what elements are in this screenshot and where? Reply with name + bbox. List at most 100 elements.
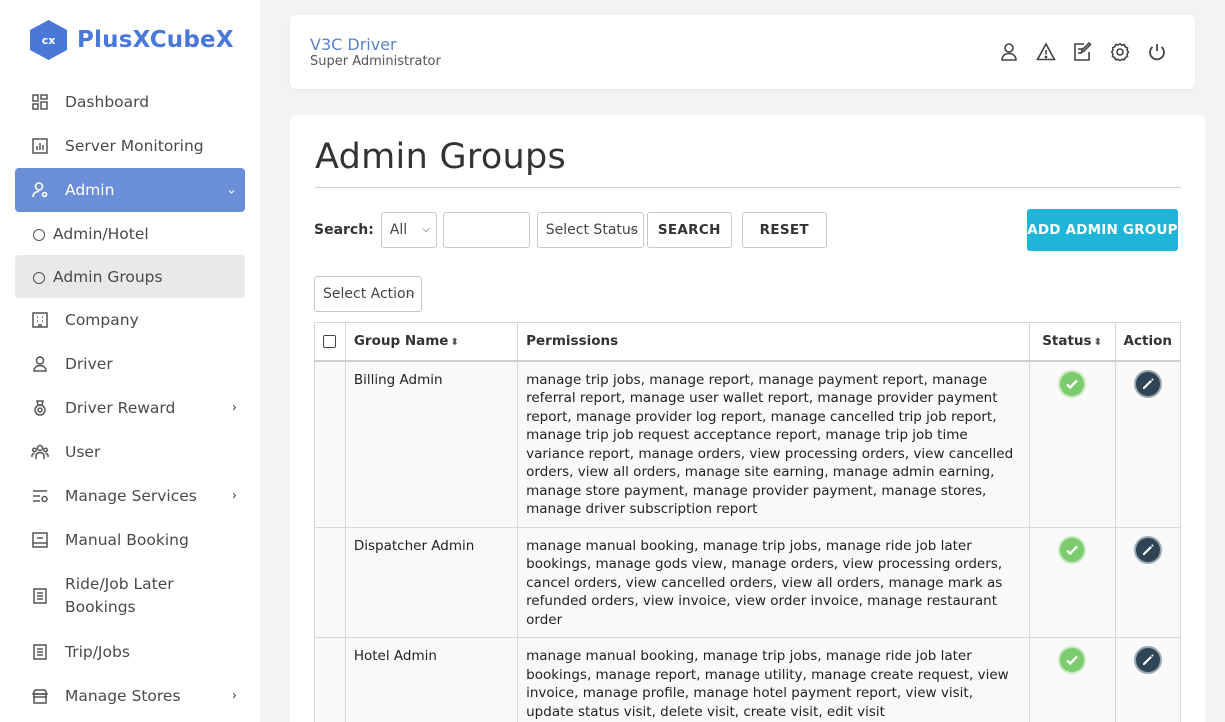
column-header-status[interactable]: Status ⬍ — [1028, 322, 1116, 362]
bulk-action-select[interactable]: Select Action ⌵ — [314, 276, 422, 312]
sidebar-item-driver[interactable]: Driver — [15, 342, 245, 386]
add-admin-group-button[interactable]: ADD ADMIN GROUP — [1027, 209, 1178, 251]
search-input[interactable] — [442, 212, 530, 248]
select-all-cell — [314, 322, 346, 362]
permissions-cell: manage manual booking, manage trip jobs,… — [517, 637, 1030, 722]
list-icon — [31, 643, 49, 661]
sidebar-item-manage-stores[interactable]: Manage Stores › — [15, 674, 245, 718]
logo[interactable]: cx PlusXCubeX — [30, 20, 234, 60]
row-select-cell[interactable] — [314, 526, 346, 638]
user-icon[interactable] — [999, 42, 1019, 62]
row-select-cell[interactable] — [314, 360, 346, 528]
sidebar-item-label: Admin Groups — [53, 267, 163, 286]
circle-icon — [33, 229, 45, 241]
chevron-down-icon: ⌄ — [226, 182, 237, 198]
sort-icon: ⬍ — [450, 337, 459, 349]
sidebar-item-ride-job-later-bookings[interactable]: Ride/Job Later Bookings — [15, 562, 245, 630]
select-all-checkbox[interactable] — [323, 334, 337, 348]
admin-groups-table: Group Name ⬍ Permissions Status ⬍ Action B… — [314, 322, 1182, 722]
edit-icon[interactable] — [1133, 646, 1162, 674]
column-label: Permissions — [526, 333, 619, 350]
sidebar-item-label: Dashboard — [65, 93, 150, 111]
alert-icon[interactable] — [1036, 42, 1056, 62]
driver-icon — [31, 355, 49, 373]
dashboard-icon — [31, 93, 49, 111]
sidebar-item-dashboard[interactable]: Dashboard — [15, 80, 245, 124]
sidebar-item-admin[interactable]: Admin ⌄ — [15, 168, 245, 212]
user-name[interactable]: V3C Driver — [310, 35, 397, 54]
table-row: Dispatcher Admin manage manual booking, … — [314, 526, 1182, 638]
action-cell — [1114, 360, 1182, 528]
column-header-permissions: Permissions — [517, 322, 1030, 362]
medal-icon — [31, 399, 49, 417]
status-cell — [1028, 360, 1116, 528]
services-icon — [31, 487, 49, 505]
search-label: Search: — [314, 222, 374, 238]
settings-icon[interactable] — [1110, 42, 1130, 62]
page-title: Admin Groups — [315, 137, 567, 177]
sidebar-item-driver-reward[interactable]: Driver Reward › — [15, 386, 245, 430]
edit-icon[interactable] — [1133, 369, 1162, 398]
table-row: Hotel Admin manage manual booking, manag… — [314, 637, 1182, 722]
status-active-icon[interactable] — [1058, 369, 1087, 398]
sidebar-item-label: User — [65, 443, 101, 461]
chevron-down-icon: ⌵ — [422, 224, 430, 235]
chevron-down-icon: ⌵ — [629, 224, 637, 235]
sidebar: cx PlusXCubeX Dashboard Server Monitorin… — [0, 0, 260, 722]
search-bar: Search: All ⌵ Select Status ⌵ SEARCH RES… — [314, 212, 827, 248]
sidebar-item-admin-groups[interactable]: Admin Groups — [15, 255, 245, 298]
sidebar-item-label: Driver — [65, 355, 113, 373]
action-cell — [1114, 637, 1182, 722]
sidebar-item-company[interactable]: Company — [15, 298, 245, 342]
list-icon — [31, 587, 49, 605]
edit-note-icon[interactable] — [1073, 42, 1093, 62]
status-cell — [1028, 526, 1116, 638]
users-icon — [31, 443, 49, 461]
column-header-group-name[interactable]: Group Name ⬍ — [344, 322, 519, 362]
logo-mark: cx — [30, 20, 67, 60]
row-select-cell[interactable] — [314, 637, 346, 722]
header-actions — [999, 42, 1167, 62]
status-active-icon[interactable] — [1058, 646, 1087, 674]
status-active-icon[interactable] — [1058, 535, 1087, 564]
status-cell — [1028, 637, 1116, 722]
chevron-down-icon: ⌵ — [407, 288, 415, 299]
top-header: V3C Driver Super Administrator — [290, 15, 1195, 89]
store-icon — [31, 687, 49, 705]
sidebar-nav: Dashboard Server Monitoring Admin ⌄ Admi… — [15, 80, 245, 718]
column-header-action: Action — [1114, 322, 1182, 362]
search-button[interactable]: SEARCH — [646, 212, 732, 248]
bulk-action-value: Select Action — [323, 286, 415, 302]
column-label: Status — [1042, 333, 1092, 350]
column-label: Group Name — [353, 333, 449, 350]
sidebar-item-trip-jobs[interactable]: Trip/Jobs — [15, 630, 245, 674]
sidebar-item-label: Driver Reward — [65, 399, 176, 417]
logo-text: PlusXCubeX — [77, 27, 234, 53]
title-divider — [315, 187, 1181, 188]
group-name-cell: Hotel Admin — [344, 637, 519, 722]
chevron-right-icon: › — [231, 488, 237, 504]
circle-icon — [33, 272, 45, 284]
admin-icon — [31, 181, 49, 199]
reset-button[interactable]: RESET — [741, 212, 827, 248]
sidebar-item-admin-hotel[interactable]: Admin/Hotel — [15, 212, 245, 255]
permissions-cell: manage manual booking, manage trip jobs,… — [517, 526, 1030, 638]
sidebar-item-manage-services[interactable]: Manage Services › — [15, 474, 245, 518]
user-role: Super Administrator — [310, 54, 441, 69]
power-icon[interactable] — [1147, 42, 1167, 62]
main-content: Admin Groups Search: All ⌵ Select Status… — [290, 115, 1205, 722]
chevron-right-icon: › — [231, 688, 237, 704]
column-label: Action — [1123, 333, 1172, 350]
sidebar-item-manual-booking[interactable]: Manual Booking — [15, 518, 245, 562]
sidebar-item-label: Manual Booking — [65, 531, 189, 549]
sidebar-item-label: Ride/Job Later Bookings — [65, 575, 174, 616]
group-name-cell: Billing Admin — [344, 360, 519, 528]
group-name-cell: Dispatcher Admin — [344, 526, 519, 638]
status-select[interactable]: Select Status ⌵ — [536, 212, 644, 248]
sidebar-item-user[interactable]: User — [15, 430, 245, 474]
sidebar-item-server-monitoring[interactable]: Server Monitoring — [15, 124, 245, 168]
permissions-cell: manage trip jobs, manage report, manage … — [517, 360, 1030, 528]
sidebar-item-label: Manage Stores — [65, 687, 181, 705]
edit-icon[interactable] — [1133, 535, 1162, 564]
search-scope-select[interactable]: All ⌵ — [380, 212, 437, 248]
